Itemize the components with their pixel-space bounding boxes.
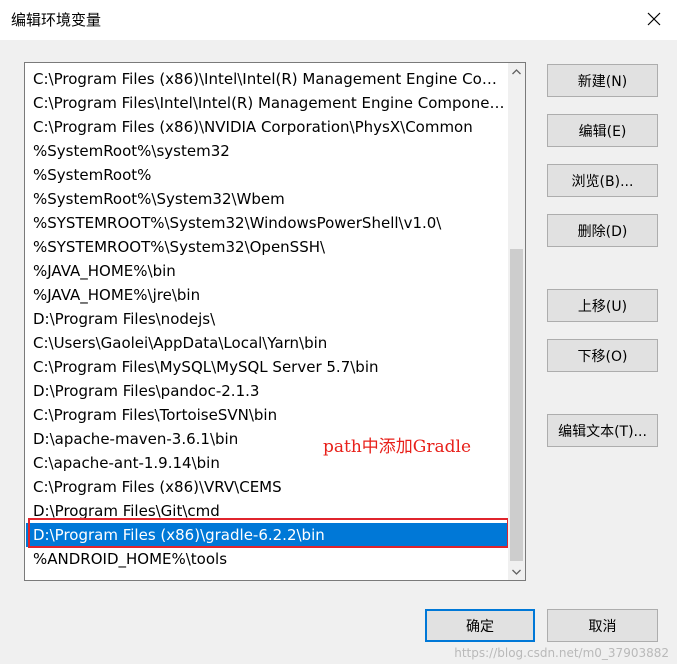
- scroll-up-icon[interactable]: [508, 63, 525, 80]
- path-list-item[interactable]: D:\Program Files\nodejs\: [26, 307, 509, 331]
- delete-button[interactable]: 删除(D): [547, 214, 658, 247]
- window-title: 编辑环境变量: [11, 11, 102, 29]
- ok-button[interactable]: 确定: [425, 609, 535, 642]
- path-list-item[interactable]: C:\Users\Gaolei\AppData\Local\Yarn\bin: [26, 331, 509, 355]
- edit-text-button[interactable]: 编辑文本(T)...: [547, 414, 658, 447]
- move-down-button[interactable]: 下移(O): [547, 339, 658, 372]
- scroll-down-icon[interactable]: [508, 563, 525, 580]
- path-list-item[interactable]: C:\Program Files\Intel\Intel(R) Manageme…: [26, 91, 509, 115]
- path-list-item[interactable]: %JAVA_HOME%\bin: [26, 259, 509, 283]
- close-icon[interactable]: [631, 0, 677, 38]
- path-list-item[interactable]: D:\Program Files (x86)\gradle-6.2.2\bin: [26, 523, 509, 547]
- move-up-button[interactable]: 上移(U): [547, 289, 658, 322]
- path-list-item[interactable]: %ANDROID_HOME%\tools: [26, 547, 509, 571]
- annotation-label: path中添加Gradle: [323, 437, 472, 457]
- edit-button[interactable]: 编辑(E): [547, 114, 658, 147]
- path-list: C:\Program Files (x86)\Intel\Intel(R) Ma…: [26, 67, 509, 571]
- cancel-button[interactable]: 取消: [547, 609, 658, 642]
- path-list-item[interactable]: C:\Program Files\MySQL\MySQL Server 5.7\…: [26, 355, 509, 379]
- scrollbar-thumb[interactable]: [510, 249, 523, 561]
- path-list-item[interactable]: %JAVA_HOME%\jre\bin: [26, 283, 509, 307]
- watermark: https://blog.csdn.net/m0_37903882: [454, 646, 669, 660]
- path-listbox[interactable]: C:\Program Files (x86)\Intel\Intel(R) Ma…: [24, 62, 526, 581]
- path-list-item[interactable]: %SystemRoot%\System32\Wbem: [26, 187, 509, 211]
- path-list-item[interactable]: D:\Program Files\Git\cmd: [26, 499, 509, 523]
- browse-button[interactable]: 浏览(B)...: [547, 164, 658, 197]
- path-list-item[interactable]: C:\Program Files\TortoiseSVN\bin: [26, 403, 509, 427]
- path-list-item[interactable]: %SystemRoot%: [26, 163, 509, 187]
- path-list-item[interactable]: %SYSTEMROOT%\System32\WindowsPowerShell\…: [26, 211, 509, 235]
- path-list-item[interactable]: C:\Program Files (x86)\NVIDIA Corporatio…: [26, 115, 509, 139]
- path-list-item[interactable]: %SYSTEMROOT%\System32\OpenSSH\: [26, 235, 509, 259]
- path-list-item[interactable]: %SystemRoot%\system32: [26, 139, 509, 163]
- path-list-item[interactable]: C:\Program Files (x86)\Intel\Intel(R) Ma…: [26, 67, 509, 91]
- new-button[interactable]: 新建(N): [547, 64, 658, 97]
- path-list-item[interactable]: C:\Program Files (x86)\VRV\CEMS: [26, 475, 509, 499]
- vertical-scrollbar[interactable]: [508, 63, 525, 580]
- title-bar: 编辑环境变量: [0, 0, 677, 40]
- path-list-item[interactable]: D:\Program Files\pandoc-2.1.3: [26, 379, 509, 403]
